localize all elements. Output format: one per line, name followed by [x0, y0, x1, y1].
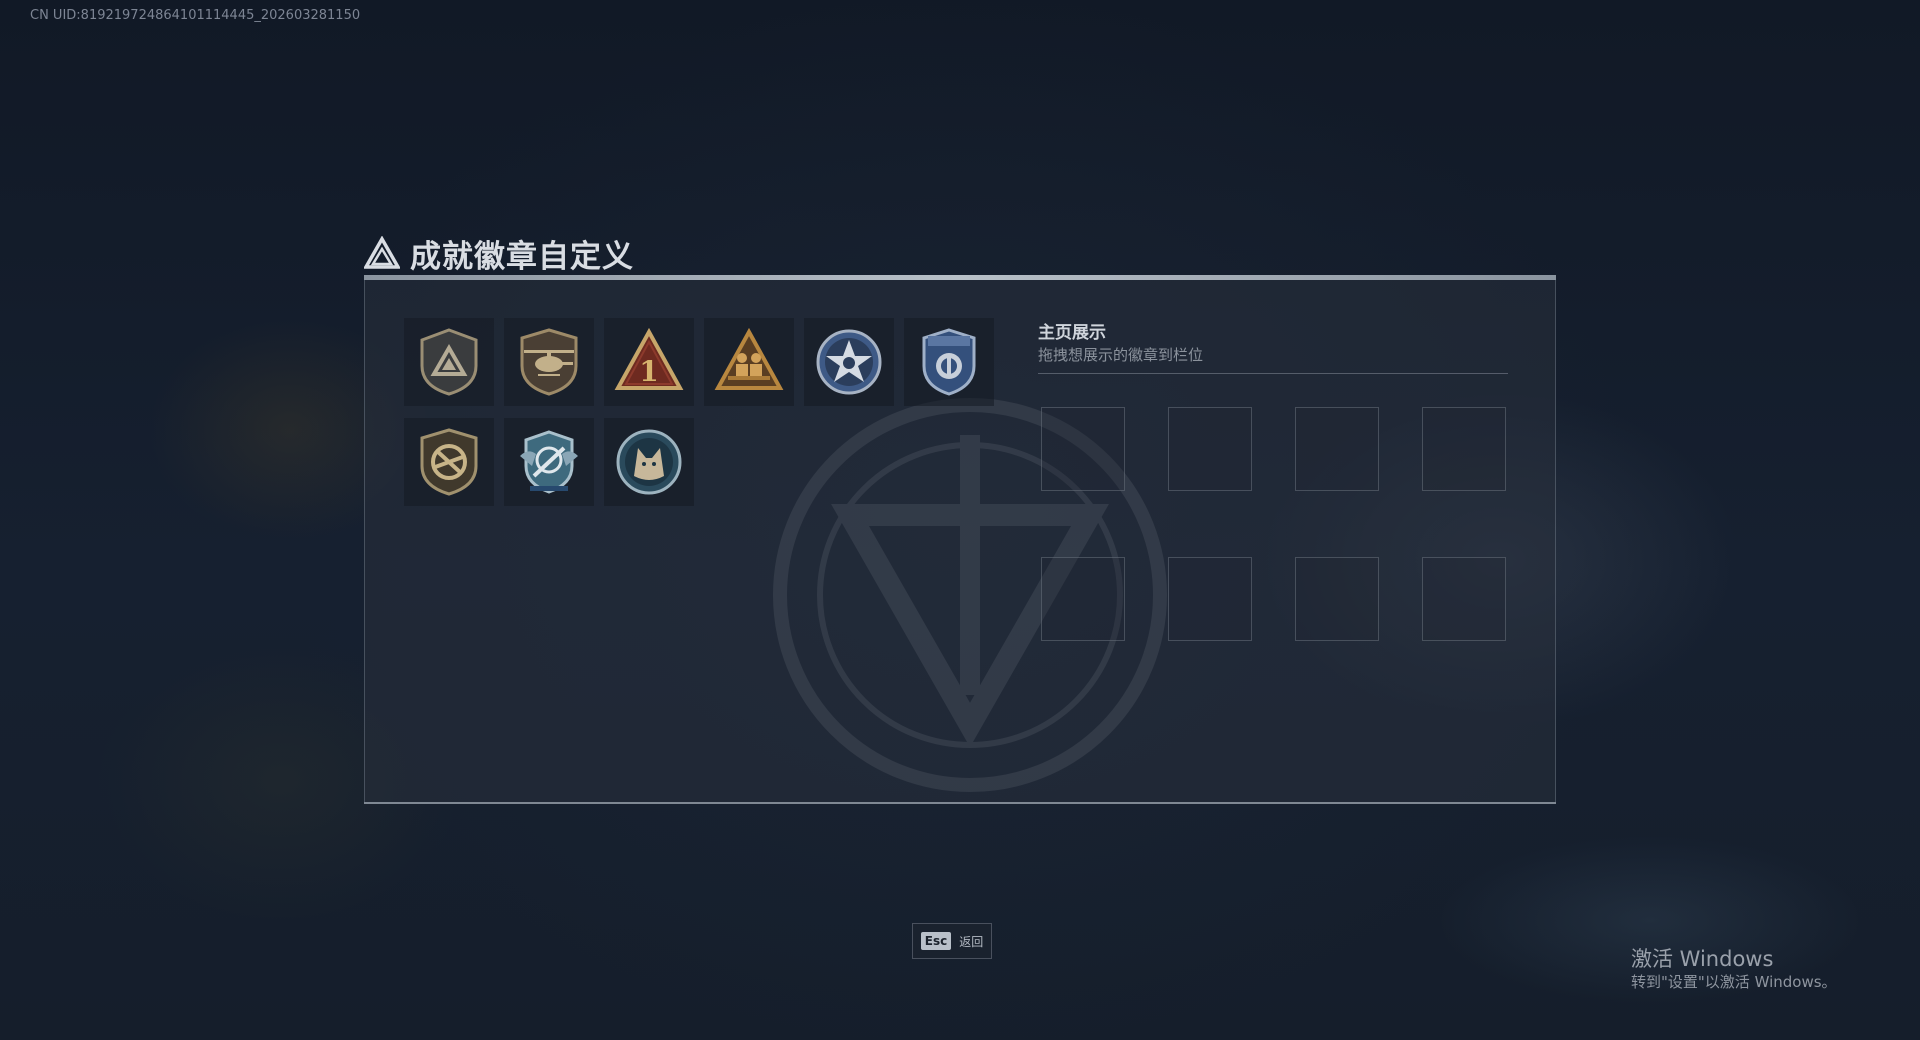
showcase-slot[interactable] [1422, 557, 1506, 641]
number-one-triangle-badge-icon: 1 [614, 327, 684, 390]
delta-triangle-logo-icon [364, 236, 400, 269]
showcase-subtitle: 拖拽想展示的徽章到栏位 [1038, 346, 1204, 364]
badge-slot[interactable] [504, 318, 594, 406]
page-title: 成就徽章自定义 [410, 238, 634, 275]
showcase-slot[interactable] [1041, 407, 1125, 491]
uid-label: CN UID:819219724864101114445_20260328115… [30, 8, 361, 23]
page-header: 成就徽章自定义 [364, 232, 634, 275]
esc-key-icon: Esc [920, 932, 952, 950]
svg-text:1: 1 [639, 355, 658, 388]
badge-slot[interactable] [604, 418, 694, 506]
sniper-winged-badge-icon [520, 430, 578, 494]
windows-activation-subtitle: 转到"设置"以激活 Windows。 [1631, 973, 1837, 991]
showcase-slot[interactable] [1168, 557, 1252, 641]
star-skull-round-badge-icon [816, 329, 882, 395]
shield-triangle-badge-icon [420, 328, 478, 396]
showcase-slot[interactable] [1168, 407, 1252, 491]
badge-slot[interactable]: 1 [604, 318, 694, 406]
soldiers-triangle-badge-icon [714, 327, 784, 390]
badge-slot[interactable] [504, 418, 594, 506]
badge-slot[interactable] [404, 318, 494, 406]
badge-slot[interactable] [704, 318, 794, 406]
wolf-round-badge-icon [616, 429, 682, 495]
showcase-title: 主页展示 [1038, 323, 1106, 343]
badge-slot[interactable] [904, 318, 994, 406]
showcase-slot[interactable] [1041, 557, 1125, 641]
no-rifle-shield-badge-icon [420, 428, 478, 496]
badge-slot[interactable] [404, 418, 494, 506]
showcase-slot[interactable] [1295, 557, 1379, 641]
showcase-divider [1038, 373, 1508, 374]
windows-activation-title: 激活 Windows [1631, 947, 1774, 971]
panel-top-border [364, 275, 1556, 280]
showcase-slot[interactable] [1422, 407, 1506, 491]
back-button[interactable]: Esc 返回 [912, 923, 992, 959]
badge-slot[interactable] [804, 318, 894, 406]
panel-bottom-border [364, 802, 1556, 804]
helicopter-shield-badge-icon [520, 328, 578, 396]
back-button-label: 返回 [959, 934, 984, 949]
police-shield-badge-icon [922, 328, 976, 396]
showcase-slot[interactable] [1295, 407, 1379, 491]
